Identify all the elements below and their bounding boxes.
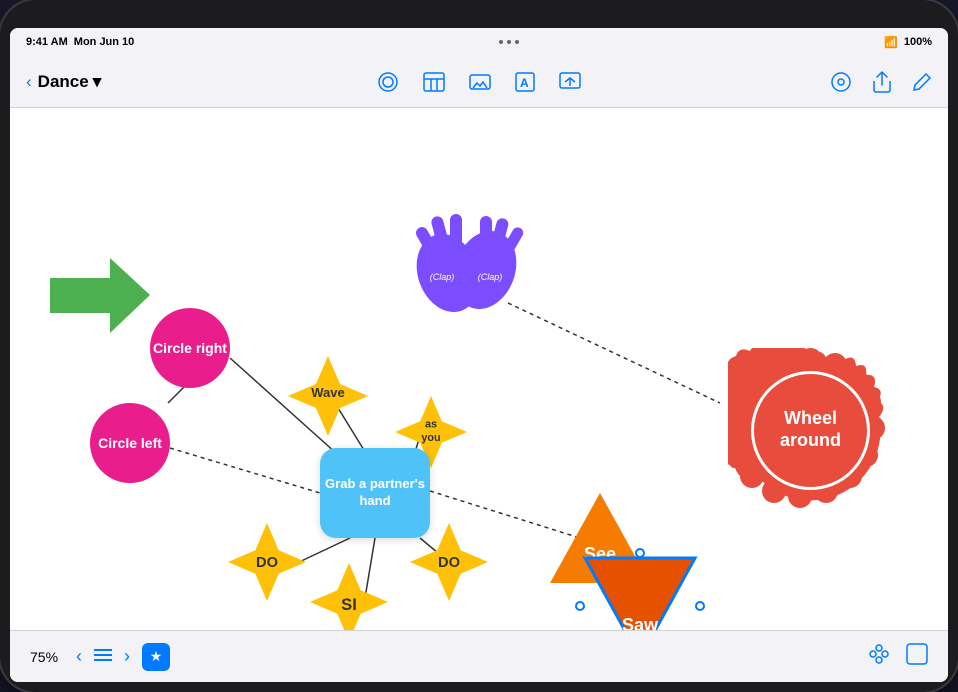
battery-display: 100% xyxy=(904,36,932,48)
shapes-icon[interactable] xyxy=(377,71,399,93)
toolbar-right xyxy=(706,71,933,93)
bottom-bar: 75% ‹ › ★ xyxy=(10,630,948,682)
back-chevron-icon: ‹ xyxy=(26,72,32,92)
dot3 xyxy=(515,40,519,44)
selection-handle-tl xyxy=(635,548,645,558)
nav-forward-button[interactable]: › xyxy=(124,646,130,667)
circle-right-label: Circle right xyxy=(153,340,227,357)
wheel-around-shape: Wheel around xyxy=(728,348,893,513)
do-left-star-shape: DO xyxy=(228,523,306,601)
si-node[interactable]: SI xyxy=(310,563,388,630)
circle-right-node[interactable]: Circle right xyxy=(150,308,230,388)
wave-star-shape: Wave xyxy=(288,356,368,436)
selection-handle-mr xyxy=(695,601,705,611)
settings-icon[interactable] xyxy=(830,71,852,93)
screen: 9:41 AM Mon Jun 10 📶 100% ‹ Dance xyxy=(10,28,948,682)
saw-triangle-shape: Saw xyxy=(580,553,700,630)
dot2 xyxy=(507,40,511,44)
status-bar-right: 📶 100% xyxy=(884,36,932,49)
toolbar: ‹ Dance ▾ xyxy=(10,56,948,108)
fullscreen-icon-svg xyxy=(906,643,928,665)
status-bar-center xyxy=(499,40,519,44)
document-title-button[interactable]: Dance ▾ xyxy=(38,72,102,92)
zoom-level: 75% xyxy=(30,649,58,665)
time-display: 9:41 AM xyxy=(26,36,68,48)
svg-text:DO: DO xyxy=(438,555,460,571)
star-button[interactable]: ★ xyxy=(142,643,170,671)
toolbar-left: ‹ Dance ▾ xyxy=(26,72,253,92)
back-button[interactable]: ‹ xyxy=(26,72,32,92)
insert-icon[interactable] xyxy=(559,72,581,92)
center-node[interactable]: Grab a partner's hand xyxy=(320,448,430,538)
bottom-right-controls xyxy=(868,643,928,670)
arrange-icon[interactable] xyxy=(868,643,890,670)
svg-text:Saw: Saw xyxy=(622,615,659,630)
hands-node[interactable]: (Clap) (Clap) xyxy=(400,198,530,328)
svg-text:Wave: Wave xyxy=(311,385,344,400)
list-icon xyxy=(94,648,112,662)
svg-text:as: as xyxy=(425,419,437,431)
svg-text:DO: DO xyxy=(256,555,278,571)
arrange-icon-svg xyxy=(868,643,890,665)
canvas: Circle right Circle left Wave as you xyxy=(10,108,948,630)
date-display: Mon Jun 10 xyxy=(74,36,135,48)
selection-handle-ml xyxy=(575,601,585,611)
status-bar: 9:41 AM Mon Jun 10 📶 100% xyxy=(10,28,948,56)
svg-text:SI: SI xyxy=(341,595,357,614)
do-left-node[interactable]: DO xyxy=(228,523,306,606)
dropdown-icon: ▾ xyxy=(93,72,102,92)
status-bar-left: 9:41 AM Mon Jun 10 xyxy=(26,36,134,48)
svg-text:(Clap): (Clap) xyxy=(478,272,503,282)
svg-text:Wheel: Wheel xyxy=(784,408,837,428)
green-arrow xyxy=(50,253,150,338)
toolbar-center: A xyxy=(253,71,706,93)
svg-text:(Clap): (Clap) xyxy=(430,272,455,282)
share-icon[interactable] xyxy=(872,71,892,93)
nav-back-button[interactable]: ‹ xyxy=(76,646,82,667)
wifi-icon: 📶 xyxy=(884,36,898,49)
dot1 xyxy=(499,40,503,44)
ipad-frame: 9:41 AM Mon Jun 10 📶 100% ‹ Dance xyxy=(0,0,958,692)
media-icon[interactable] xyxy=(469,71,491,93)
svg-text:A: A xyxy=(520,76,529,90)
nav-list-button[interactable] xyxy=(94,646,112,667)
circle-left-label: Circle left xyxy=(98,435,162,452)
fullscreen-icon[interactable] xyxy=(906,643,928,670)
edit-icon[interactable] xyxy=(912,72,932,92)
si-star-shape: SI xyxy=(310,563,388,630)
svg-text:around: around xyxy=(780,430,841,450)
wheel-around-node[interactable]: Wheel around xyxy=(728,348,893,513)
text-icon[interactable]: A xyxy=(515,72,535,92)
star-icon: ★ xyxy=(150,648,163,665)
center-label: Grab a partner's hand xyxy=(320,476,430,510)
saw-node[interactable]: Saw xyxy=(580,553,700,630)
hands-shape: (Clap) (Clap) xyxy=(400,198,530,328)
table-icon[interactable] xyxy=(423,72,445,92)
svg-text:you: you xyxy=(421,432,440,444)
wave-node[interactable]: Wave xyxy=(288,356,368,441)
document-title-label: Dance xyxy=(38,72,89,92)
circle-left-node[interactable]: Circle left xyxy=(90,403,170,483)
